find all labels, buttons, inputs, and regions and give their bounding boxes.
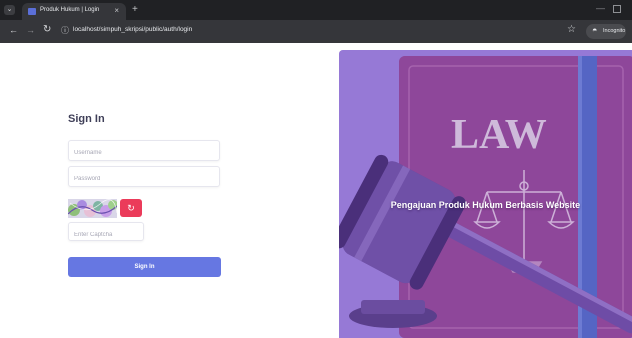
site-info-icon[interactable]: ⓘ: [61, 25, 69, 36]
new-tab-icon[interactable]: +: [132, 4, 138, 15]
tab-search-icon[interactable]: ⌄: [4, 5, 15, 15]
incognito-badge[interactable]: ◓ Incognito: [586, 24, 626, 39]
url-field[interactable]: localhost/simpuh_skripsi/public/auth/log…: [73, 26, 192, 33]
browser-tab-bar: ⌄ Produk Hukum | Login × + —: [0, 0, 632, 20]
refresh-captcha-button[interactable]: ↻: [120, 199, 142, 217]
book-title: LAW: [451, 112, 547, 158]
reload-icon[interactable]: ↻: [43, 24, 51, 35]
browser-tab[interactable]: Produk Hukum | Login ×: [22, 3, 126, 20]
password-input[interactable]: [69, 169, 219, 189]
hero-panel: LAW Pengajuan Produk Hukum Berbasis Webs…: [339, 50, 632, 338]
minimize-icon[interactable]: —: [596, 3, 605, 13]
sign-in-button[interactable]: Sign In: [68, 257, 221, 277]
username-field[interactable]: [68, 140, 220, 163]
incognito-label: Incognito: [603, 28, 626, 34]
hero-tagline: Pengajuan Produk Hukum Berbasis Website: [390, 200, 581, 210]
tab-title: Produk Hukum | Login: [40, 7, 100, 13]
captcha-input[interactable]: [69, 226, 143, 244]
forward-arrow-icon[interactable]: →: [26, 25, 35, 35]
password-field[interactable]: [68, 166, 220, 189]
page-title: Sign In: [68, 113, 105, 125]
incognito-icon: ◓: [592, 25, 598, 35]
captcha-field[interactable]: [68, 222, 144, 244]
close-icon[interactable]: ×: [114, 6, 119, 15]
username-input[interactable]: [69, 143, 219, 163]
favicon-icon: [28, 8, 36, 15]
bookmark-star-icon[interactable]: ☆: [567, 24, 576, 35]
maximize-icon[interactable]: [613, 5, 621, 13]
law-book-gavel-illustration: LAW: [339, 50, 632, 338]
back-arrow-icon[interactable]: ←: [9, 25, 18, 35]
browser-address-bar: ← → ↻ ⓘ localhost/simpuh_skripsi/public/…: [0, 20, 632, 43]
captcha-image: [68, 199, 117, 218]
